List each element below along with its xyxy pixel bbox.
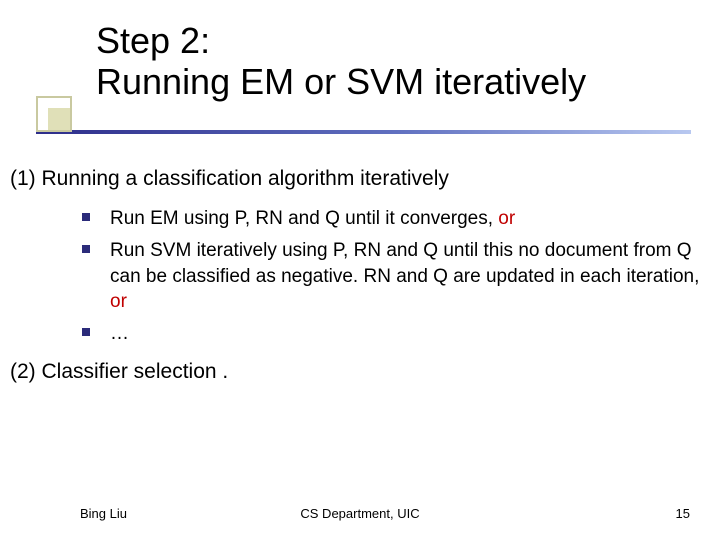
slide-title: Step 2: Running EM or SVM iteratively: [96, 20, 696, 103]
sub-item-2: Run SVM iteratively using P, RN and Q un…: [82, 235, 710, 318]
sub-item-2-or: or: [110, 291, 127, 312]
footer-affiliation: CS Department, UIC: [0, 506, 720, 521]
sub-list: Run EM using P, RN and Q until it conver…: [82, 203, 710, 349]
slide: Step 2: Running EM or SVM iteratively (1…: [0, 0, 720, 540]
list-item-2: (2) Classifier selection .: [10, 358, 710, 386]
slide-number: 15: [676, 506, 690, 521]
body-content: (1) Running a classification algorithm i…: [10, 165, 710, 386]
title-line-1: Step 2:: [96, 20, 210, 61]
list-item-1: (1) Running a classification algorithm i…: [10, 165, 710, 193]
footer: Bing Liu CS Department, UIC 15: [0, 506, 720, 528]
sub-item-1-or: or: [498, 208, 515, 229]
sub-item-1-text: Run EM using P, RN and Q until it conver…: [110, 208, 498, 229]
title-decor-square-fill: [48, 108, 70, 130]
sub-item-1: Run EM using P, RN and Q until it conver…: [82, 203, 710, 235]
sub-item-3: …: [82, 318, 710, 350]
title-line-2: Running EM or SVM iteratively: [96, 61, 586, 102]
sub-item-3-text: …: [110, 323, 129, 344]
sub-item-2-text: Run SVM iteratively using P, RN and Q un…: [110, 240, 699, 287]
title-underline: [36, 130, 691, 134]
